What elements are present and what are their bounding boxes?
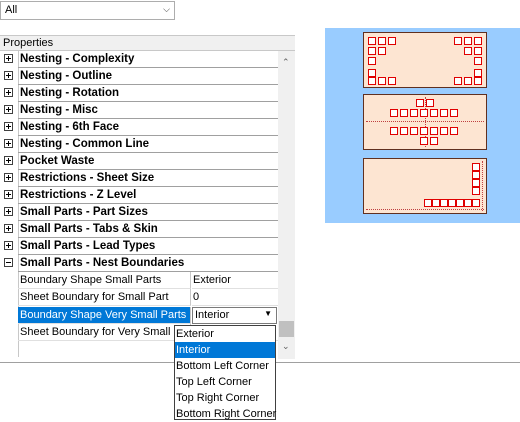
- filter-dropdown[interactable]: All ⌵: [0, 1, 175, 20]
- category-label: Small Parts - Nest Boundaries: [18, 255, 278, 272]
- expand-icon[interactable]: [4, 139, 13, 148]
- filter-value: All: [5, 4, 18, 16]
- expand-icon[interactable]: [4, 71, 13, 80]
- nest-boundary-preview: [325, 28, 520, 223]
- property-name: Sheet Boundary for Very Small P: [18, 324, 191, 341]
- property-row[interactable]: Sheet Boundary for Small Part 0: [18, 289, 278, 306]
- boundary-shape-combo[interactable]: Interior ▼: [192, 307, 277, 324]
- vertical-scrollbar[interactable]: ⌃ ⌄: [278, 51, 295, 359]
- expand-icon[interactable]: [4, 241, 13, 250]
- category-label: Nesting - Common Line: [18, 136, 278, 153]
- category-row[interactable]: Nesting - Misc: [0, 102, 278, 119]
- preview-sheet-exterior: [363, 32, 487, 88]
- category-row[interactable]: Pocket Waste: [0, 153, 278, 170]
- preview-sheet-bottom-right: [363, 158, 487, 214]
- collapse-icon[interactable]: [4, 258, 13, 267]
- dropdown-option[interactable]: Bottom Left Corner: [175, 358, 275, 374]
- category-row[interactable]: Restrictions - Sheet Size: [0, 170, 278, 187]
- expand-icon[interactable]: [4, 207, 13, 216]
- category-row[interactable]: Nesting - 6th Face: [0, 119, 278, 136]
- category-row[interactable]: Small Parts - Tabs & Skin: [0, 221, 278, 238]
- category-label: Pocket Waste: [18, 153, 278, 170]
- category-label: Nesting - Rotation: [18, 85, 278, 102]
- category-label: Nesting - Misc: [18, 102, 278, 119]
- property-name: Boundary Shape Very Small Parts: [18, 307, 191, 324]
- expand-icon[interactable]: [4, 122, 13, 131]
- category-label: Nesting - Complexity: [18, 51, 278, 68]
- category-label: Small Parts - Tabs & Skin: [18, 221, 278, 238]
- category-row[interactable]: Small Parts - Nest Boundaries: [0, 255, 278, 272]
- expand-icon[interactable]: [4, 224, 13, 233]
- dropdown-option[interactable]: Top Right Corner: [175, 390, 275, 406]
- property-name: Boundary Shape Small Parts: [18, 272, 191, 289]
- category-row[interactable]: Nesting - Rotation: [0, 85, 278, 102]
- boundary-shape-dropdown-list[interactable]: Exterior Interior Bottom Left Corner Top…: [174, 325, 276, 420]
- expand-icon[interactable]: [4, 156, 13, 165]
- property-value[interactable]: Exterior: [192, 272, 278, 289]
- category-label: Restrictions - Sheet Size: [18, 170, 278, 187]
- category-label: Restrictions - Z Level: [18, 187, 278, 204]
- triangle-down-icon[interactable]: ▼: [264, 309, 272, 318]
- expand-icon[interactable]: [4, 173, 13, 182]
- scroll-thumb[interactable]: [279, 321, 294, 337]
- expand-icon[interactable]: [4, 54, 13, 63]
- chevron-down-icon: ⌵: [163, 4, 170, 14]
- category-label: Small Parts - Lead Types: [18, 238, 278, 255]
- category-label: Small Parts - Part Sizes: [18, 204, 278, 221]
- property-row[interactable]: Boundary Shape Small Parts Exterior: [18, 272, 278, 289]
- category-row[interactable]: Restrictions - Z Level: [0, 187, 278, 204]
- properties-header: Properties: [0, 35, 295, 51]
- category-row[interactable]: Nesting - Complexity: [0, 51, 278, 68]
- scroll-up-icon[interactable]: ⌃: [282, 57, 290, 68]
- category-label: Nesting - 6th Face: [18, 119, 278, 136]
- preview-sheet-interior: [363, 94, 487, 150]
- scroll-down-icon[interactable]: ⌄: [282, 341, 290, 352]
- property-value[interactable]: 0: [192, 289, 278, 306]
- category-row[interactable]: Nesting - Common Line: [0, 136, 278, 153]
- expand-icon[interactable]: [4, 105, 13, 114]
- dropdown-option[interactable]: Top Left Corner: [175, 374, 275, 390]
- property-name: Sheet Boundary for Small Part: [18, 289, 191, 306]
- category-row[interactable]: Nesting - Outline: [0, 68, 278, 85]
- category-row[interactable]: Small Parts - Part Sizes: [0, 204, 278, 221]
- category-row[interactable]: Small Parts - Lead Types: [0, 238, 278, 255]
- dropdown-option-selected[interactable]: Interior: [175, 342, 275, 358]
- dropdown-option[interactable]: Exterior: [175, 326, 275, 342]
- expand-icon[interactable]: [4, 190, 13, 199]
- expand-icon[interactable]: [4, 88, 13, 97]
- combo-value: Interior: [195, 309, 230, 321]
- properties-header-label: Properties: [3, 37, 54, 49]
- category-label: Nesting - Outline: [18, 68, 278, 85]
